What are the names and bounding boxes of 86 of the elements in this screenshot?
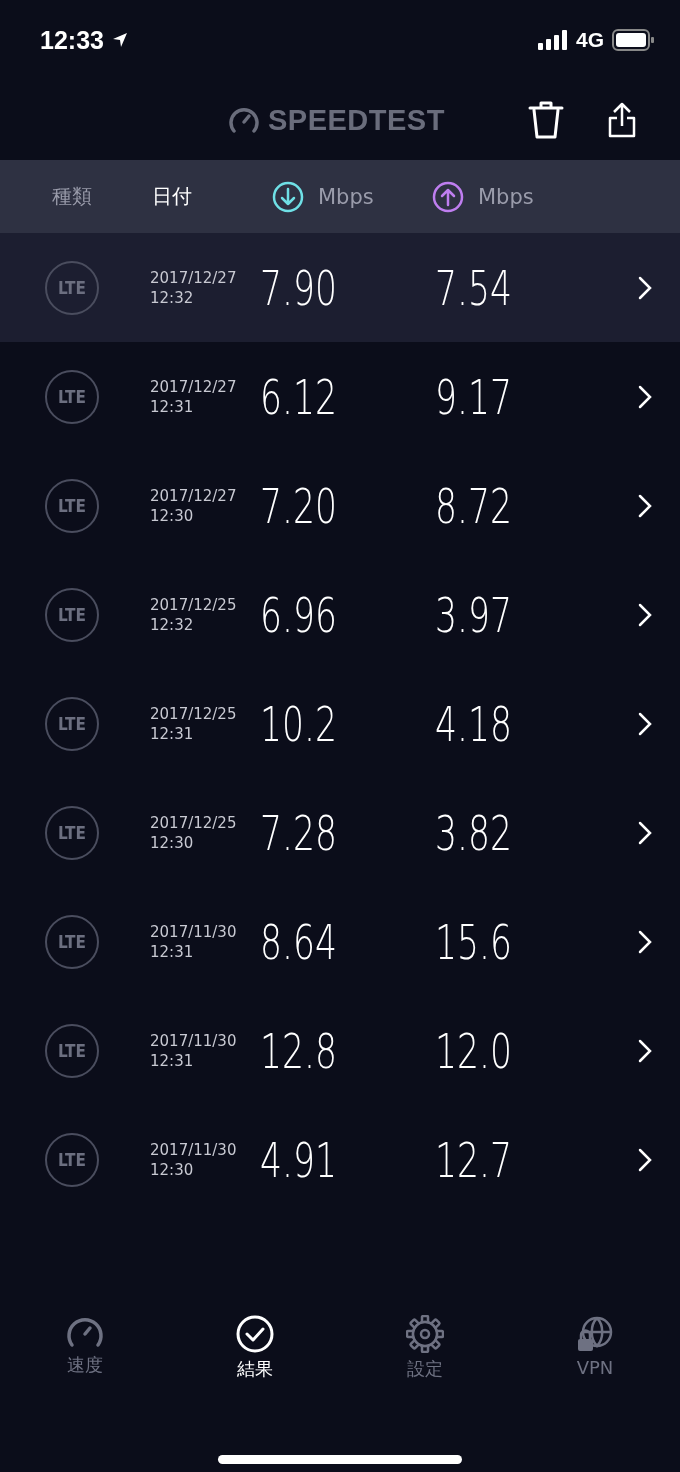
trash-icon[interactable]	[528, 100, 564, 140]
download-speed: 4.91	[260, 1131, 337, 1188]
gauge-icon	[228, 105, 260, 135]
checkmark-circle-icon	[236, 1315, 274, 1353]
connection-type-badge: LTE	[45, 587, 99, 642]
upload-speed: 3.82	[435, 804, 512, 861]
result-date: 2017/11/30	[150, 1139, 238, 1160]
app-logo: SPEEDTEST	[268, 103, 445, 137]
result-time: 12:30	[150, 832, 195, 853]
result-date: 2017/12/25	[150, 594, 238, 615]
chevron-right-icon	[638, 820, 652, 845]
download-speed: 8.64	[260, 913, 337, 970]
connection-type-badge: LTE	[45, 914, 99, 969]
connection-type-badge: LTE	[45, 805, 99, 860]
result-time: 12:32	[150, 287, 195, 308]
download-speed: 7.28	[260, 804, 337, 861]
column-header[interactable]: Mbps	[478, 184, 534, 209]
upload-icon	[432, 180, 464, 213]
connection-type-badge: LTE	[45, 369, 99, 424]
result-row[interactable]: LTE 2017/12/25 12:31 10.2 4.18	[0, 669, 680, 778]
result-row[interactable]: LTE 2017/12/25 12:30 7.28 3.82	[0, 778, 680, 887]
download-speed: 12.8	[260, 1022, 337, 1079]
result-row[interactable]: LTE 2017/12/27 12:32 7.90 7.54	[0, 233, 680, 342]
connection-type-badge: LTE	[45, 696, 99, 751]
upload-speed: 8.72	[435, 477, 512, 534]
result-time: 12:31	[150, 396, 195, 417]
connection-type-badge: LTE	[45, 478, 99, 533]
chevron-right-icon	[638, 711, 652, 736]
connection-type-badge: LTE	[45, 260, 99, 315]
result-time: 12:32	[150, 614, 195, 635]
result-time: 12:31	[150, 941, 195, 962]
chevron-right-icon	[638, 929, 652, 954]
result-date: 2017/11/30	[150, 921, 238, 942]
result-row[interactable]: LTE 2017/12/27 12:30 7.20 8.72	[0, 451, 680, 560]
column-header[interactable]: 種類	[52, 183, 152, 210]
column-header[interactable]: 日付	[152, 183, 272, 210]
upload-speed: 4.18	[435, 695, 512, 752]
connection-type-badge: LTE	[45, 1023, 99, 1078]
result-date: 2017/12/27	[150, 267, 238, 288]
tab-bar-item[interactable]: 速度	[0, 1315, 170, 1405]
tab-bar-item[interactable]: VPN	[510, 1315, 680, 1405]
share-icon[interactable]	[608, 102, 636, 138]
status-time: 12:33	[40, 25, 104, 55]
chevron-right-icon	[638, 493, 652, 518]
gauge-icon	[66, 1315, 104, 1349]
network-label: 4G	[576, 28, 604, 52]
column-header[interactable]: Mbps	[318, 184, 374, 209]
tab-bar-item[interactable]: 設定	[340, 1315, 510, 1405]
location-arrow-icon	[111, 32, 128, 48]
download-speed: 6.96	[260, 586, 337, 643]
chevron-right-icon	[638, 1038, 652, 1063]
chevron-right-icon	[638, 602, 652, 627]
upload-speed: 7.54	[435, 259, 512, 316]
result-date: 2017/11/30	[150, 1030, 238, 1051]
result-row[interactable]: LTE 2017/12/27 12:31 6.12 9.17	[0, 342, 680, 451]
result-date: 2017/12/27	[150, 376, 238, 397]
result-row[interactable]: LTE 2017/11/30 12:31 12.8 12.0	[0, 996, 680, 1105]
result-row[interactable]: LTE 2017/11/30 12:31 8.64 15.6	[0, 887, 680, 996]
chevron-right-icon	[638, 1147, 652, 1172]
result-row[interactable]: LTE 2017/11/30 12:30 4.91 12.7	[0, 1105, 680, 1214]
download-speed: 10.2	[260, 695, 337, 752]
download-speed: 7.90	[260, 259, 337, 316]
result-time: 12:31	[150, 1050, 195, 1071]
download-speed: 7.20	[260, 477, 337, 534]
globe-lock-icon	[576, 1315, 614, 1353]
result-date: 2017/12/25	[150, 812, 238, 833]
result-time: 12:30	[150, 505, 195, 526]
upload-speed: 15.6	[435, 913, 512, 970]
connection-type-badge: LTE	[45, 1132, 99, 1187]
chevron-right-icon	[638, 275, 652, 300]
upload-speed: 3.97	[435, 586, 512, 643]
upload-speed: 9.17	[435, 368, 512, 425]
download-speed: 6.12	[260, 368, 337, 425]
tab-bar-item[interactable]: 結果	[170, 1315, 340, 1405]
result-row[interactable]: LTE 2017/12/25 12:32 6.96 3.97	[0, 560, 680, 669]
battery-icon	[612, 29, 654, 51]
upload-speed: 12.7	[435, 1131, 512, 1188]
upload-speed: 12.0	[435, 1022, 512, 1079]
result-date: 2017/12/27	[150, 485, 238, 506]
settings-icon	[406, 1315, 444, 1353]
result-date: 2017/12/25	[150, 703, 238, 724]
signal-icon	[538, 30, 568, 50]
result-time: 12:30	[150, 1159, 195, 1180]
chevron-right-icon	[638, 384, 652, 409]
download-icon	[272, 180, 304, 213]
result-time: 12:31	[150, 723, 195, 744]
